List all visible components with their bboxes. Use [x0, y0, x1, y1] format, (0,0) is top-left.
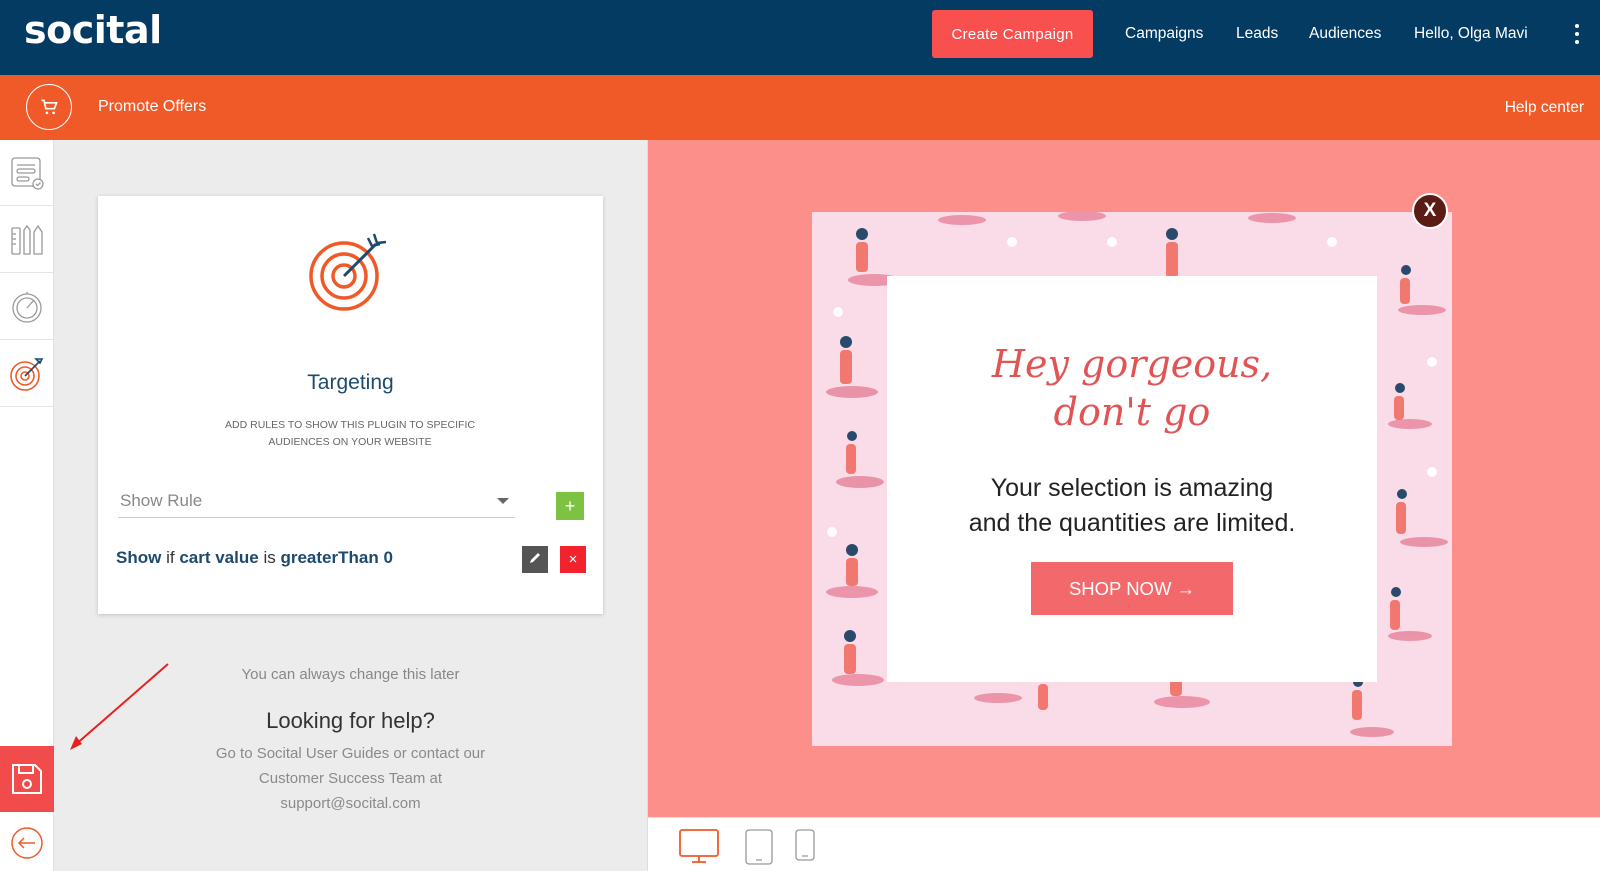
form-settings-icon [11, 156, 44, 190]
help-center-link[interactable]: Help center [1505, 99, 1584, 117]
user-greeting[interactable]: Hello, Olga Mavi [1414, 25, 1528, 43]
popup-preview-area: Hey gorgeous, don't go Your selection is… [647, 140, 1600, 817]
save-icon [12, 764, 42, 794]
top-header: socital Create Campaign Campaigns Leads … [0, 0, 1600, 75]
show-rule-select-value: Show Rule [120, 491, 203, 510]
editor-sidebar [0, 140, 54, 871]
rule-field: cart value [179, 548, 259, 567]
chevron-down-icon [497, 498, 509, 504]
sidebar-item-form[interactable] [0, 140, 54, 206]
design-tools-icon [11, 224, 43, 255]
tablet-icon[interactable] [744, 828, 774, 866]
targeting-card: Targeting ADD RULES TO SHOW THIS PLUGIN … [98, 196, 603, 614]
sidebar-item-design[interactable] [0, 207, 54, 273]
rule-word-if: if [166, 548, 175, 567]
nav-audiences[interactable]: Audiences [1309, 25, 1381, 43]
popup-headline: Hey gorgeous, don't go [887, 340, 1377, 436]
show-rule-select[interactable]: Show Rule [118, 486, 515, 518]
mobile-icon[interactable] [794, 828, 816, 862]
popup-body: Your selection is amazing and the quanti… [887, 471, 1377, 541]
change-later-note: You can always change this later [241, 666, 460, 683]
campaign-subheader: Promote Offers Help center [0, 75, 1600, 140]
sidebar-item-timing[interactable] [0, 274, 54, 340]
popup-headline-line-2: don't go [1053, 390, 1211, 434]
desktop-icon[interactable] [678, 828, 720, 866]
create-campaign-button[interactable]: Create Campaign [932, 10, 1093, 58]
rule-operator: greaterThan [280, 548, 379, 567]
popup-preview: Hey gorgeous, don't go Your selection is… [812, 212, 1452, 746]
popup-body-line-2: and the quantities are limited. [968, 509, 1296, 537]
nav-leads[interactable]: Leads [1236, 25, 1278, 43]
socital-logo[interactable]: socital [24, 8, 162, 52]
rule-row: Show if cart value is greaterThan 0 [116, 548, 393, 568]
back-button[interactable] [0, 814, 54, 871]
help-text: Go to Socital User Guides or contact our… [215, 745, 486, 812]
rule-value: 0 [383, 548, 393, 567]
target-arrow-icon [309, 233, 387, 311]
campaign-type-title: Promote Offers [98, 98, 207, 115]
targeting-icon [10, 357, 44, 391]
rule-action: Show [116, 548, 162, 567]
pencil-icon [530, 553, 540, 563]
kebab-menu-icon[interactable] [1573, 24, 1581, 48]
arrow-left-icon [11, 826, 43, 859]
popup-body-line-1: Your selection is amazing [990, 474, 1274, 502]
save-button[interactable] [0, 746, 54, 812]
popup-content-box: Hey gorgeous, don't go Your selection is… [887, 276, 1377, 682]
help-title: Looking for help? [266, 708, 435, 733]
annotation-arrow-icon [70, 663, 169, 750]
shop-now-button[interactable]: SHOP NOW → [1031, 562, 1233, 615]
popup-close-button[interactable]: X [1412, 193, 1448, 229]
sidebar-item-targeting[interactable] [0, 341, 54, 407]
edit-rule-button[interactable] [522, 546, 548, 573]
targeting-subtitle: ADD RULES TO SHOW THIS PLUGIN TO SPECIFI… [225, 419, 475, 448]
timing-gauge-icon [12, 291, 42, 323]
delete-rule-button[interactable]: × [560, 546, 586, 573]
nav-campaigns[interactable]: Campaigns [1125, 25, 1203, 43]
add-rule-button[interactable]: + [556, 492, 584, 520]
rule-word-is: is [263, 548, 276, 567]
popup-headline-line-1: Hey gorgeous, [991, 342, 1273, 386]
targeting-title: Targeting [307, 371, 394, 394]
device-preview-bar [647, 817, 1600, 871]
shopping-cart-icon [26, 84, 72, 130]
